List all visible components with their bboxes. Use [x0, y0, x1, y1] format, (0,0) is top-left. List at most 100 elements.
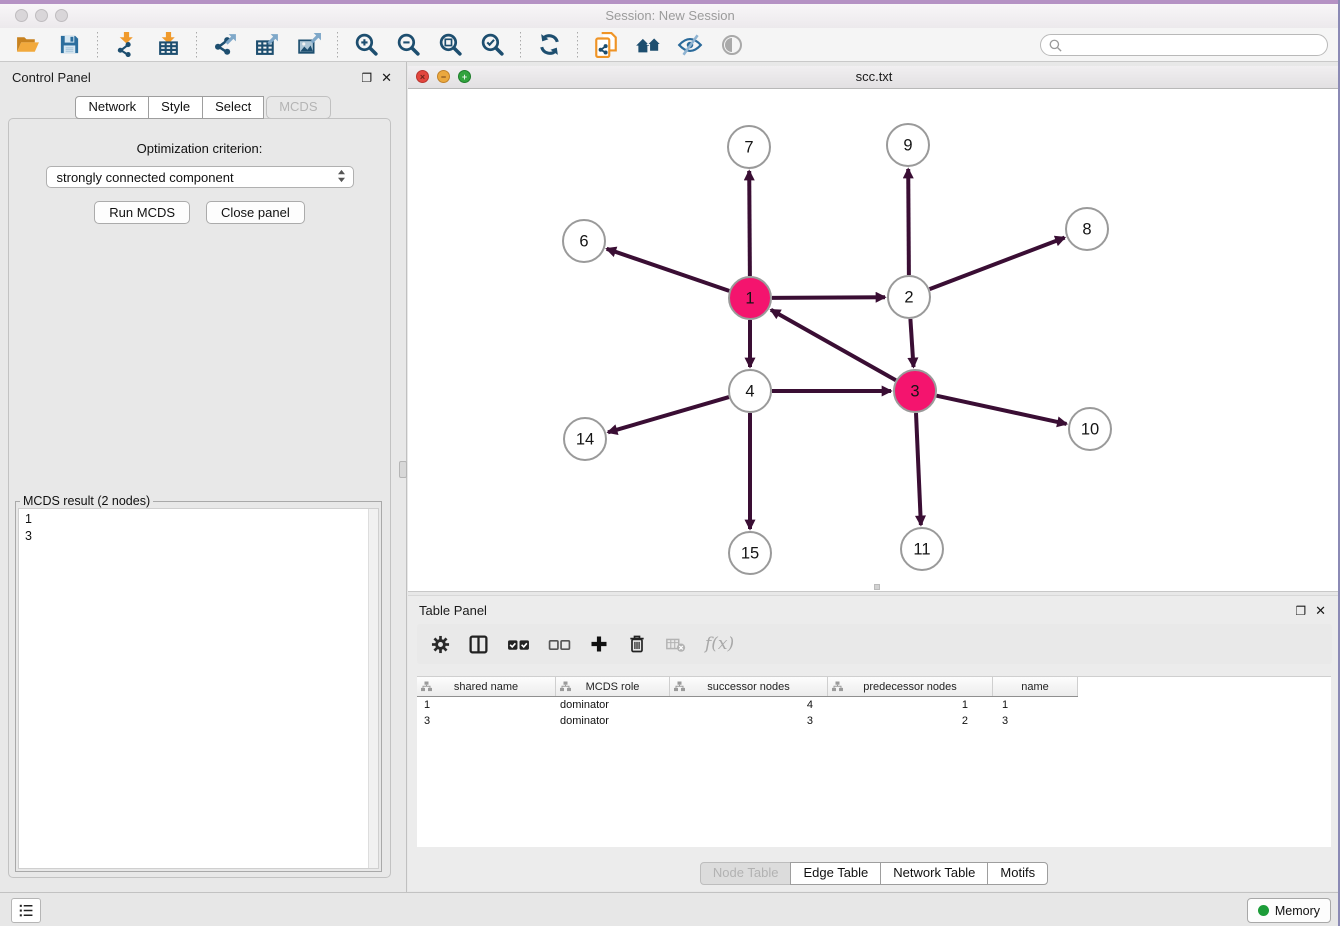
fx-label: f(x) — [705, 634, 734, 654]
import-network-button[interactable] — [110, 30, 142, 60]
table-row[interactable]: 1 dominator 4 1 1 — [417, 697, 1331, 713]
column-label: name — [1021, 681, 1049, 693]
task-history-button[interactable] — [11, 898, 41, 923]
save-floppy-icon — [58, 33, 81, 56]
zoom-in-button[interactable] — [350, 30, 382, 60]
graph-edge[interactable] — [908, 169, 909, 275]
fit-content-button[interactable] — [434, 30, 466, 60]
graph-edge[interactable] — [608, 397, 729, 432]
graph-edge[interactable] — [771, 310, 896, 380]
toolbar-separator — [520, 32, 521, 58]
export-network-icon — [213, 32, 238, 57]
graph-node-label: 8 — [1082, 221, 1091, 239]
tab-select[interactable]: Select — [202, 96, 264, 119]
search-input[interactable] — [1040, 34, 1328, 56]
tab-mcds[interactable]: MCDS — [266, 96, 330, 119]
delete-table-button[interactable] — [665, 633, 687, 655]
table-settings-button[interactable] — [431, 635, 450, 654]
graph-edge[interactable] — [937, 396, 1067, 424]
deselect-all-columns-button[interactable] — [548, 633, 571, 656]
chevron-up-down-icon — [336, 169, 347, 186]
graph-edge[interactable] — [772, 297, 885, 298]
graph-edge[interactable] — [916, 413, 921, 525]
graph-edge[interactable] — [910, 319, 913, 367]
mcds-result-area[interactable]: 1 3 — [18, 508, 379, 869]
delete-columns-button[interactable] — [627, 634, 647, 654]
zoom-out-button[interactable] — [392, 30, 424, 60]
toolbar-separator — [577, 32, 578, 58]
control-panel-title: Control Panel — [12, 70, 91, 85]
column-header-shared-name[interactable]: shared name — [417, 677, 556, 696]
column-label: predecessor nodes — [863, 681, 957, 693]
graph-edge[interactable] — [749, 171, 750, 276]
select-all-columns-button[interactable] — [507, 633, 530, 656]
column-header-mcds-role[interactable]: MCDS role — [556, 677, 670, 696]
column-header-predecessor-nodes[interactable]: predecessor nodes — [828, 677, 993, 696]
run-mcds-button[interactable]: Run MCDS — [94, 201, 190, 224]
cell-name: 3 — [993, 713, 1078, 729]
graph-node-label: 2 — [904, 289, 913, 307]
criterion-select[interactable]: strongly connected component — [46, 166, 354, 188]
function-builder-button[interactable]: f(x) — [705, 634, 734, 654]
zoom-selected-button[interactable] — [476, 30, 508, 60]
export-network-button[interactable] — [209, 30, 241, 60]
column-label: successor nodes — [707, 681, 790, 693]
table-close-button[interactable]: ✕ — [1315, 604, 1326, 617]
float-panel-button[interactable]: ❐ — [361, 72, 372, 84]
show-hide-panels-button[interactable] — [674, 30, 706, 60]
network-canvas[interactable]: 1234678910111415 — [408, 89, 1338, 589]
show-columns-button[interactable] — [468, 634, 489, 655]
home-icon — [635, 31, 662, 58]
mcds-result-text: 1 3 — [19, 509, 378, 547]
apply-layout-button[interactable] — [533, 30, 565, 60]
import-table-button[interactable] — [152, 30, 184, 60]
column-header-successor-nodes[interactable]: successor nodes — [670, 677, 828, 696]
cell-successor-nodes: 3 — [670, 713, 828, 729]
table-float-button[interactable]: ❐ — [1295, 605, 1306, 617]
cell-predecessor-nodes: 1 — [828, 697, 993, 713]
tab-motifs[interactable]: Motifs — [987, 862, 1048, 885]
network-resize-handle[interactable] — [874, 584, 880, 590]
graph-node-label: 14 — [576, 431, 594, 449]
control-panel-tabs: Network Style Select MCDS — [0, 96, 406, 119]
result-scrollbar[interactable] — [368, 509, 378, 868]
tab-network-table[interactable]: Network Table — [880, 862, 988, 885]
toolbar-separator — [97, 32, 98, 58]
tab-style[interactable]: Style — [148, 96, 203, 119]
status-bar: Memory — [0, 892, 1340, 926]
tab-edge-table[interactable]: Edge Table — [790, 862, 881, 885]
plus-icon — [589, 634, 609, 654]
tab-network[interactable]: Network — [75, 96, 149, 119]
close-panel-button[interactable]: ✕ — [381, 71, 392, 84]
titlebar: Session: New Session — [0, 4, 1340, 29]
open-file-button[interactable] — [11, 30, 43, 60]
column-label: MCDS role — [586, 681, 640, 693]
export-image-button[interactable] — [293, 30, 325, 60]
cell-shared-name: 1 — [417, 697, 556, 713]
add-column-button[interactable] — [589, 634, 609, 654]
mcds-result-box: MCDS result (2 nodes) 1 3 — [15, 494, 382, 872]
graphics-details-button[interactable] — [716, 30, 748, 60]
network-view-window: × − + scc.txt 1234678910111415 — [408, 66, 1340, 592]
toolbar-separator — [337, 32, 338, 58]
table-row[interactable]: 3 dominator 3 2 3 — [417, 713, 1331, 729]
memory-button[interactable]: Memory — [1247, 898, 1331, 923]
criterion-value: strongly connected component — [57, 170, 234, 185]
column-header-name[interactable]: name — [993, 677, 1078, 696]
save-session-button[interactable] — [53, 30, 85, 60]
node-table: shared name MCDS role successor nodes pr… — [417, 676, 1331, 847]
trash-icon — [627, 634, 647, 654]
graph-edge[interactable] — [930, 238, 1065, 290]
close-mcds-panel-button[interactable]: Close panel — [206, 201, 305, 224]
export-table-button[interactable] — [251, 30, 283, 60]
fit-content-icon — [438, 32, 463, 57]
zoom-selected-icon — [480, 32, 505, 57]
nested-networks-button[interactable] — [632, 30, 664, 60]
search-icon — [1048, 38, 1063, 58]
graph-node-label: 1 — [745, 290, 754, 308]
graph-edge[interactable] — [607, 249, 730, 291]
graph-node-label: 10 — [1081, 421, 1099, 439]
tab-node-table[interactable]: Node Table — [700, 862, 792, 885]
clone-network-button[interactable] — [590, 30, 622, 60]
panel-splitter-handle[interactable] — [399, 461, 407, 478]
